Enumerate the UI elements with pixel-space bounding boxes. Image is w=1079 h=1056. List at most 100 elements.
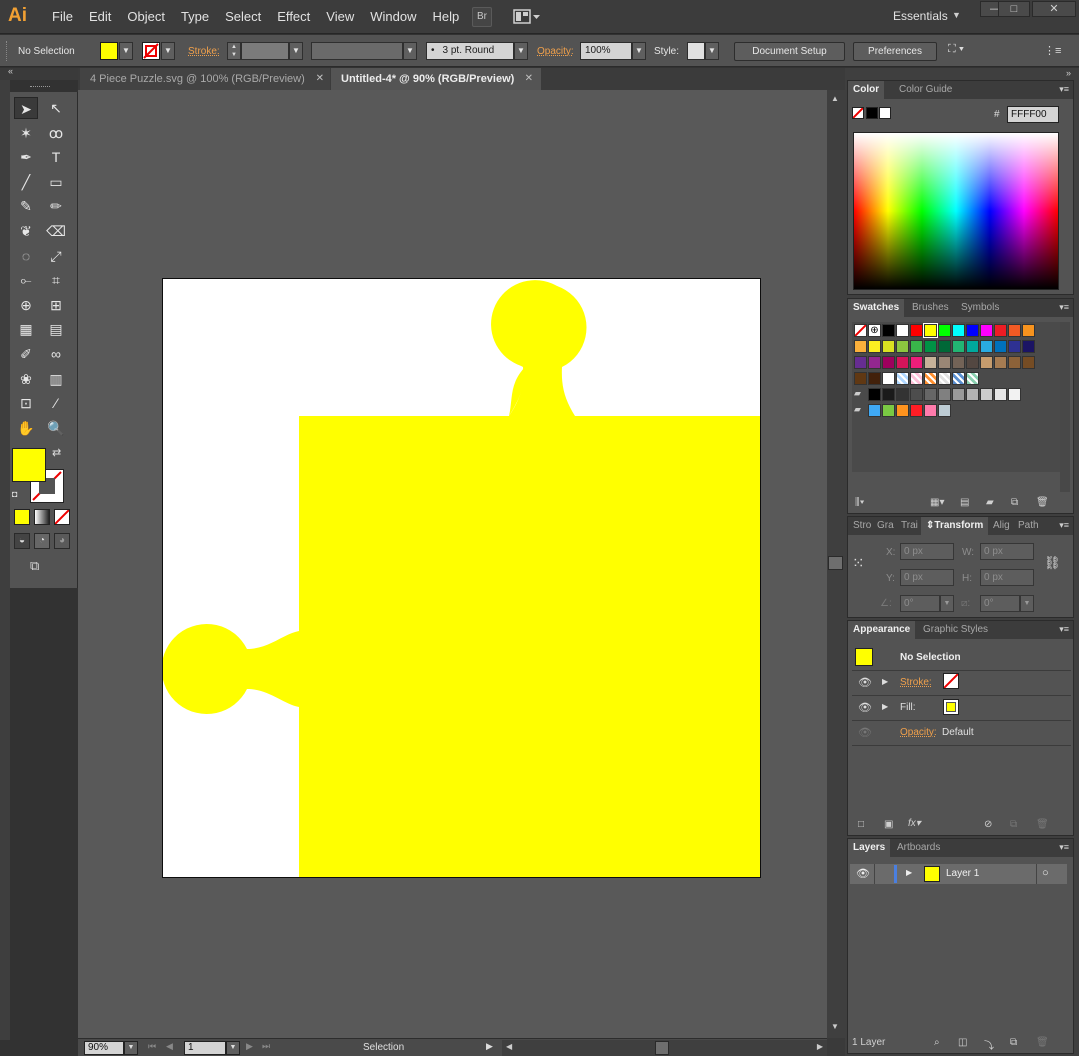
close-icon[interactable]: ✕ [316, 68, 324, 90]
trash-icon[interactable]: 🗑 [1036, 819, 1049, 830]
color-swatch[interactable] [952, 324, 965, 337]
opacity-label[interactable]: Opacity: [537, 46, 574, 57]
color-swatch[interactable] [882, 324, 895, 337]
menu-help[interactable]: Help [424, 9, 467, 24]
gradient-tool[interactable]: ▤ [44, 318, 68, 340]
panel-menu-icon[interactable]: ▾≡ [1059, 84, 1069, 95]
rectangle-tool[interactable]: ▭ [44, 171, 68, 193]
horizontal-scrollbar[interactable]: ◀ ▶ [502, 1040, 827, 1056]
chevron-down-icon[interactable]: ▼ [940, 595, 954, 612]
color-swatch[interactable] [923, 323, 938, 338]
w-field[interactable]: 0 px [980, 543, 1034, 560]
color-swatch[interactable] [1008, 340, 1021, 353]
panel-menu-icon[interactable]: ▾≡ [1059, 624, 1069, 635]
stroke-color-swatch[interactable] [142, 42, 160, 60]
color-swatch[interactable] [966, 340, 979, 353]
tab-gradient[interactable]: Gra [872, 517, 899, 535]
zoom-field[interactable]: 90% [84, 1041, 124, 1055]
opacity-field[interactable]: 100% [580, 42, 632, 60]
color-swatch[interactable] [994, 340, 1007, 353]
tab-appearance[interactable]: Appearance [848, 621, 916, 639]
swap-fill-stroke-icon[interactable]: ⇄ [52, 446, 61, 459]
make-clipping-mask-icon[interactable]: ◫ [958, 1037, 967, 1048]
pattern-swatch[interactable] [966, 372, 979, 385]
color-swatch[interactable] [938, 356, 951, 369]
direct-selection-tool[interactable]: ↖ [44, 97, 68, 119]
color-swatch[interactable] [994, 388, 1007, 401]
tab-align[interactable]: Alig [988, 517, 1015, 535]
shape-builder-tool[interactable]: ⊕ [14, 294, 38, 316]
draw-inside-icon[interactable]: ◕ [54, 533, 70, 549]
eye-icon[interactable]: 👁 [858, 726, 872, 739]
color-swatch[interactable] [910, 404, 923, 417]
y-field[interactable]: 0 px [900, 569, 954, 586]
color-swatch[interactable] [938, 388, 951, 401]
color-swatch[interactable] [882, 404, 895, 417]
magic-wand-tool[interactable]: ✶ [14, 122, 38, 144]
tools-collapse-bar[interactable]: « [0, 66, 78, 80]
color-swatch[interactable] [868, 404, 881, 417]
color-swatch[interactable] [1008, 388, 1021, 401]
color-mode-button[interactable] [14, 509, 30, 525]
color-swatch[interactable] [910, 324, 923, 337]
tab-transform[interactable]: ⇕Transform [921, 517, 989, 535]
scroll-right-icon[interactable]: ▶ [817, 1042, 823, 1051]
trash-icon[interactable]: 🗑 [1036, 1037, 1049, 1048]
swatch-libraries-icon[interactable]: ⫼▾ [855, 497, 864, 508]
menu-type[interactable]: Type [173, 9, 217, 24]
vertical-scrollbar[interactable]: ▲ ▼ [827, 90, 845, 1038]
white-swatch[interactable] [879, 107, 891, 119]
add-new-effect-icon[interactable]: fx▾ [908, 818, 921, 829]
close-icon[interactable]: ✕ [525, 68, 533, 90]
panel-menu-icon[interactable]: ▾≡ [1059, 520, 1069, 531]
rotate-field[interactable]: 0° [900, 595, 940, 612]
color-group-folder-icon[interactable]: ▰ [854, 388, 866, 400]
perspective-grid-tool[interactable]: ⊞ [44, 294, 68, 316]
panel-menu-icon[interactable]: ▾≡ [1059, 302, 1069, 313]
color-swatch[interactable] [938, 340, 951, 353]
color-swatch[interactable] [882, 388, 895, 401]
workspace-switcher[interactable]: Essentials [893, 9, 948, 23]
pattern-swatch[interactable] [952, 372, 965, 385]
graphic-style-swatch[interactable] [687, 42, 705, 60]
shear-field[interactable]: 0° [980, 595, 1020, 612]
chevron-down-icon[interactable]: ▼ [1020, 595, 1034, 612]
swatches-scrollbar[interactable] [1060, 322, 1070, 492]
stroke-label[interactable]: Stroke: [188, 46, 220, 57]
selection-tool[interactable]: ➤ [14, 97, 38, 119]
hex-color-field[interactable]: FFFF00 [1007, 106, 1059, 123]
tab-4-piece-puzzle[interactable]: 4 Piece Puzzle.svg @ 100% (RGB/Preview) … [80, 68, 330, 90]
pattern-swatch[interactable] [924, 372, 937, 385]
pencil-tool[interactable]: ✏ [44, 195, 68, 217]
duplicate-item-icon[interactable]: ⧉ [1010, 819, 1017, 830]
color-group-folder-icon[interactable]: ▰ [854, 404, 866, 416]
show-swatch-kinds-icon[interactable]: ▦▾ [930, 497, 944, 508]
none-mode-button[interactable] [54, 509, 70, 525]
color-swatch[interactable] [966, 356, 979, 369]
color-swatch[interactable] [896, 340, 909, 353]
color-swatch[interactable] [1022, 340, 1035, 353]
menu-select[interactable]: Select [217, 9, 269, 24]
new-sublayer-icon[interactable]: ⤵ [984, 1037, 994, 1052]
maximize-button[interactable]: □ [998, 1, 1030, 17]
rotate-tool[interactable]: ◌ [14, 245, 38, 267]
bridge-button[interactable]: Br [472, 7, 492, 27]
black-swatch[interactable] [866, 107, 878, 119]
stroke-weight-stepper[interactable]: ▲ ▼ [227, 42, 241, 60]
color-swatch[interactable] [952, 356, 965, 369]
fill-box[interactable] [12, 448, 46, 482]
paintbrush-tool[interactable]: ✎ [14, 195, 38, 217]
stroke-weight-field[interactable] [241, 42, 289, 60]
x-field[interactable]: 0 px [900, 543, 954, 560]
color-swatch[interactable] [868, 356, 881, 369]
slice-tool[interactable]: ⁄ [44, 392, 68, 414]
color-swatch[interactable] [896, 404, 909, 417]
tab-color-guide[interactable]: Color Guide [894, 81, 957, 99]
eye-icon[interactable]: 👁 [858, 676, 872, 689]
pen-tool[interactable]: ✒ [14, 146, 38, 168]
add-new-stroke-icon[interactable]: □ [858, 819, 864, 830]
color-spectrum[interactable] [853, 132, 1059, 290]
color-swatch[interactable] [896, 356, 909, 369]
symbol-sprayer-tool[interactable]: ❀ [14, 368, 38, 390]
fill-color-swatch[interactable] [100, 42, 118, 60]
